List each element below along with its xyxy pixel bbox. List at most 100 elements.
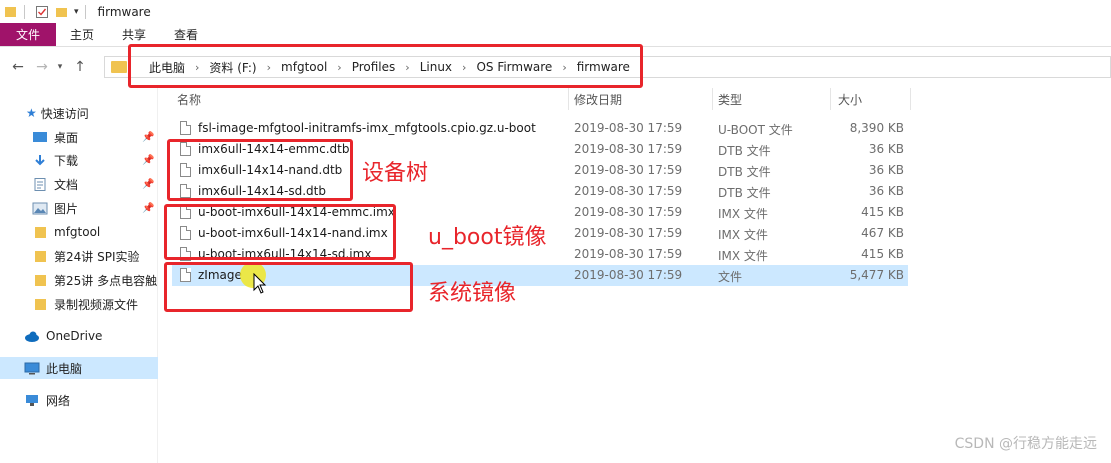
tab-share[interactable]: 共享 xyxy=(108,23,160,46)
pin-icon[interactable]: 📌 xyxy=(142,203,154,214)
pin-icon[interactable]: 📌 xyxy=(142,155,154,166)
sidebar-item-downloads[interactable]: 下载 📌 xyxy=(0,149,158,171)
recent-locations-icon[interactable]: ▾ xyxy=(54,57,66,77)
sidebar-item-label: 图片 xyxy=(54,201,79,216)
document-icon xyxy=(34,177,46,191)
column-divider[interactable] xyxy=(568,88,569,110)
column-divider[interactable] xyxy=(830,88,831,110)
sidebar-item-quick-access[interactable]: ★ 快速访问 xyxy=(0,102,158,124)
column-header-type[interactable]: 类型 xyxy=(718,88,742,110)
sidebar-item-label: 第25讲 多点电容触 xyxy=(54,273,158,288)
network-icon xyxy=(26,394,38,406)
navigation-pane: ★ 快速访问 桌面 📌 下载 📌 文档 📌 图片 📌 mfgtool 第24讲 … xyxy=(0,87,158,463)
file-date: 2019-08-30 17:59 xyxy=(574,205,683,219)
file-date: 2019-08-30 17:59 xyxy=(574,142,683,156)
folder-icon xyxy=(35,226,46,238)
file-size: 36 KB xyxy=(868,142,904,156)
file-size: 415 KB xyxy=(861,247,904,261)
star-icon: ★ xyxy=(26,106,37,120)
file-type: DTB 文件 xyxy=(718,186,771,200)
window-title: firmware xyxy=(97,4,151,19)
tab-home[interactable]: 主页 xyxy=(56,23,108,46)
annotation-label-dtb: 设备树 xyxy=(362,161,429,186)
column-header-name[interactable]: 名称 xyxy=(177,88,201,110)
file-icon xyxy=(180,121,191,135)
file-size: 467 KB xyxy=(861,226,904,240)
file-type: IMX 文件 xyxy=(718,228,768,242)
file-date: 2019-08-30 17:59 xyxy=(574,121,683,135)
sidebar-item-label: 桌面 xyxy=(54,130,79,145)
file-type: IMX 文件 xyxy=(718,207,768,221)
folder-icon xyxy=(35,250,46,262)
file-size: 8,390 KB xyxy=(849,121,904,135)
annotation-label-system: 系统镜像 xyxy=(428,281,517,306)
new-folder-icon[interactable] xyxy=(55,5,69,19)
sidebar-item-label: OneDrive xyxy=(46,329,103,343)
sidebar-item-mfgtool[interactable]: mfgtool xyxy=(0,221,158,243)
sidebar-item-network[interactable]: 网络 xyxy=(0,389,158,411)
pin-icon[interactable]: 📌 xyxy=(142,179,154,190)
properties-icon[interactable] xyxy=(35,5,49,19)
sidebar-item-label: 快速访问 xyxy=(40,106,89,121)
tab-view[interactable]: 查看 xyxy=(160,23,212,46)
sidebar-item-recordings[interactable]: 录制视频源文件 xyxy=(0,293,158,315)
file-type: U-BOOT 文件 xyxy=(718,123,793,137)
annotation-box-dtb xyxy=(167,139,353,201)
column-header-size[interactable]: 大小 xyxy=(838,88,862,110)
file-date: 2019-08-30 17:59 xyxy=(574,247,683,261)
folder-icon xyxy=(5,6,16,17)
tab-file[interactable]: 文件 xyxy=(0,23,56,46)
title-bar: ▾ firmware xyxy=(0,0,1111,23)
sidebar-item-spi[interactable]: 第24讲 SPI实验 xyxy=(0,245,158,267)
quick-access-dropdown-icon[interactable]: ▾ xyxy=(74,7,79,17)
annotation-box-zimage xyxy=(164,262,413,312)
sidebar-item-onedrive[interactable]: OneDrive xyxy=(0,325,158,347)
file-size: 36 KB xyxy=(868,184,904,198)
file-date: 2019-08-30 17:59 xyxy=(574,163,683,177)
annotation-label-uboot: u_boot镜像 xyxy=(428,225,547,250)
download-icon xyxy=(35,154,45,165)
file-size: 5,477 KB xyxy=(849,268,904,282)
file-date: 2019-08-30 17:59 xyxy=(574,184,683,198)
file-row[interactable]: fsl-image-mfgtool-initramfs-imx_mfgtools… xyxy=(172,118,908,139)
back-arrow-icon[interactable]: ← xyxy=(8,57,28,77)
sidebar-item-label: mfgtool xyxy=(54,225,101,239)
column-header-date[interactable]: 修改日期 xyxy=(574,88,622,110)
computer-icon xyxy=(24,362,40,374)
sidebar-item-documents[interactable]: 文档 📌 xyxy=(0,173,158,195)
column-divider[interactable] xyxy=(910,88,911,110)
column-divider[interactable] xyxy=(712,88,713,110)
file-type: DTB 文件 xyxy=(718,165,771,179)
file-date: 2019-08-30 17:59 xyxy=(574,226,683,240)
file-type: 文件 xyxy=(718,270,743,284)
cloud-icon xyxy=(25,331,39,342)
file-size: 36 KB xyxy=(868,163,904,177)
separator xyxy=(24,4,25,19)
sidebar-item-desktop[interactable]: 桌面 📌 xyxy=(0,126,158,148)
up-arrow-icon[interactable]: ↑ xyxy=(70,57,90,77)
sidebar-item-label: 下载 xyxy=(54,153,79,168)
separator xyxy=(84,4,86,19)
sidebar-item-label: 文档 xyxy=(54,177,79,192)
folder-icon xyxy=(35,298,46,310)
file-size: 415 KB xyxy=(861,205,904,219)
annotation-box-uboot xyxy=(164,204,396,260)
sidebar-item-label: 网络 xyxy=(46,393,71,408)
watermark: CSDN @行稳方能走远 xyxy=(954,436,1097,452)
annotation-box-address xyxy=(128,44,643,88)
file-name: fsl-image-mfgtool-initramfs-imx_mfgtools… xyxy=(198,121,536,135)
file-type: IMX 文件 xyxy=(718,249,768,263)
picture-icon xyxy=(32,202,48,214)
sidebar-item-pictures[interactable]: 图片 📌 xyxy=(0,197,158,219)
desktop-icon xyxy=(33,131,47,142)
folder-icon xyxy=(35,274,46,286)
sidebar-item-touch[interactable]: 第25讲 多点电容触 xyxy=(0,269,158,291)
sidebar-item-label: 此电脑 xyxy=(46,361,83,376)
forward-arrow-icon[interactable]: → xyxy=(32,57,52,77)
sidebar-item-label: 录制视频源文件 xyxy=(54,297,139,312)
pin-icon[interactable]: 📌 xyxy=(142,132,154,143)
sidebar-item-this-pc[interactable]: 此电脑 xyxy=(0,357,158,379)
sidebar-item-label: 第24讲 SPI实验 xyxy=(54,249,140,264)
file-type: DTB 文件 xyxy=(718,144,771,158)
file-date: 2019-08-30 17:59 xyxy=(574,268,683,282)
